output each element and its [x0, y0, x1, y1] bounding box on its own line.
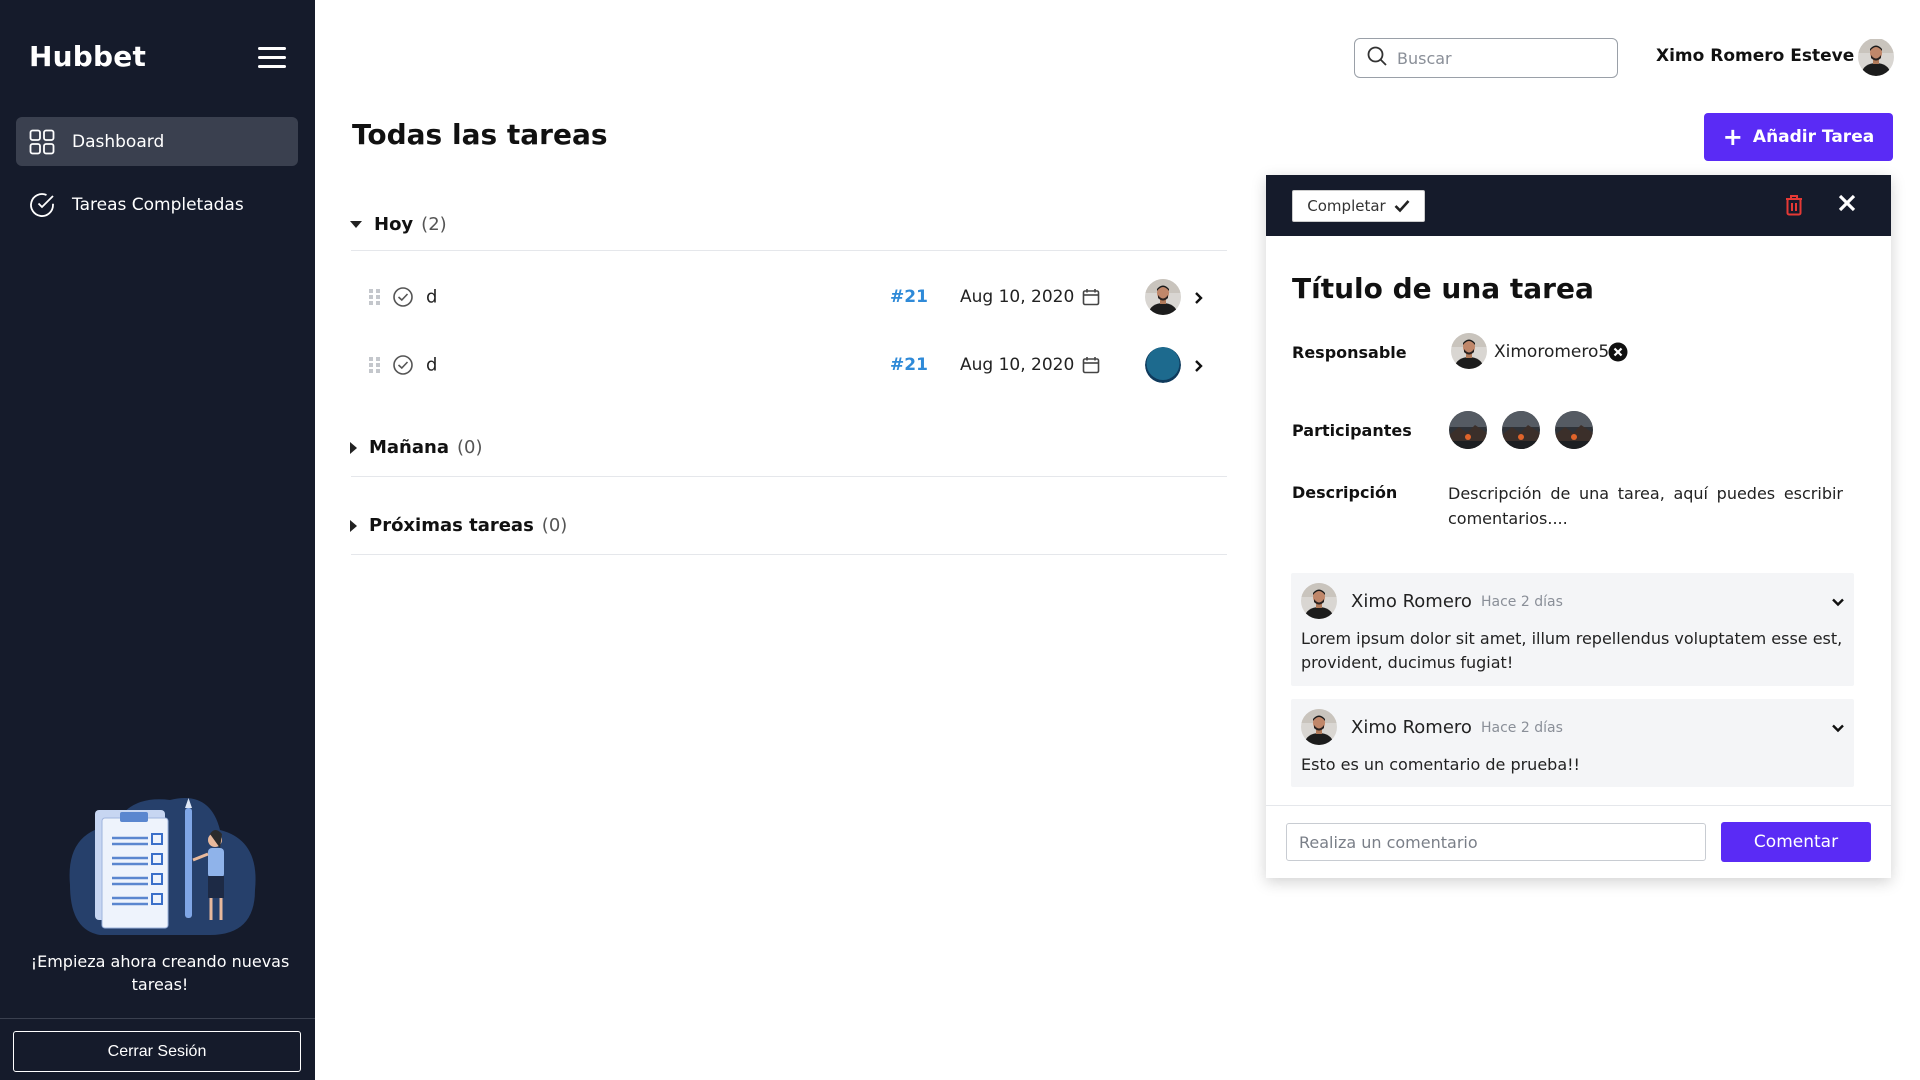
group-toggle-hoy[interactable]: Hoy (2)	[350, 214, 447, 235]
responsable-avatar[interactable]	[1451, 333, 1487, 369]
comment-input[interactable]	[1286, 823, 1706, 861]
divider	[351, 250, 1227, 251]
task-name: d	[426, 286, 438, 308]
search-input[interactable]	[1397, 48, 1597, 68]
caret-right-icon	[350, 441, 357, 454]
caret-right-icon	[350, 519, 357, 532]
group-count: (0)	[456, 437, 483, 458]
sidebar-item-dashboard[interactable]: Dashboard	[16, 117, 298, 166]
divider	[0, 1018, 315, 1019]
sidebar: Hubbet Dashboard Tareas Completadas ¡Emp…	[0, 0, 315, 1080]
logout-button[interactable]: Cerrar Sesión	[13, 1031, 301, 1072]
calendar-icon[interactable]	[1082, 288, 1100, 306]
divider	[351, 554, 1227, 555]
group-toggle-manana[interactable]: Mañana (0)	[350, 437, 482, 458]
task-row[interactable]: d #21 Aug 10, 2020	[366, 275, 1226, 319]
participant-avatar[interactable]	[1502, 411, 1540, 449]
comment-text: Esto es un comentario de prueba!!	[1301, 755, 1580, 774]
caret-down-icon	[350, 221, 362, 228]
panel-header: Completar	[1266, 175, 1891, 236]
tasks-illustration	[60, 790, 260, 940]
chevron-down-icon[interactable]	[1831, 720, 1845, 734]
comment-author: Ximo Romero	[1351, 717, 1472, 738]
group-name: Mañana	[369, 437, 449, 458]
sidebar-item-label: Tareas Completadas	[72, 194, 244, 215]
assignee-avatar[interactable]	[1145, 279, 1181, 315]
group-name: Próximas tareas	[369, 515, 534, 536]
check-circle-icon[interactable]	[392, 354, 414, 376]
calendar-icon[interactable]	[1082, 356, 1100, 374]
task-row[interactable]: d #21 Aug 10, 2020	[366, 343, 1226, 387]
responsable-name: Ximoromero5	[1494, 342, 1610, 362]
close-icon[interactable]	[1837, 193, 1859, 215]
check-circle-icon[interactable]	[392, 286, 414, 308]
task-description[interactable]: Descripción de una tarea, aquí puedes es…	[1448, 481, 1843, 531]
sidebar-item-label: Dashboard	[72, 131, 165, 152]
drag-handle-icon[interactable]	[368, 288, 382, 306]
participantes-label: Participantes	[1292, 421, 1412, 440]
page-title: Todas las tareas	[352, 118, 608, 151]
user-name[interactable]: Ximo Romero Esteve	[1656, 46, 1854, 66]
assignee-avatar[interactable]	[1145, 347, 1181, 383]
comment-card: Ximo Romero Hace 2 días Esto es un comen…	[1291, 699, 1854, 787]
drag-handle-icon[interactable]	[368, 356, 382, 374]
comment-composer: Comentar	[1266, 805, 1891, 878]
comment-card: Ximo Romero Hace 2 días Lorem ipsum dolo…	[1291, 573, 1854, 686]
task-detail-panel: Completar Título de una tarea Responsabl…	[1266, 175, 1891, 878]
task-name: d	[426, 354, 438, 376]
group-toggle-proximas[interactable]: Próximas tareas (0)	[350, 515, 567, 536]
complete-label: Completar	[1307, 197, 1386, 215]
group-name: Hoy	[374, 214, 414, 235]
comment-text: Lorem ipsum dolor sit amet, illum repell…	[1301, 629, 1843, 672]
descripcion-label: Descripción	[1292, 483, 1398, 502]
checkmark-icon	[1394, 200, 1410, 213]
comment-time: Hace 2 días	[1481, 720, 1563, 736]
remove-circle-icon[interactable]	[1608, 342, 1628, 362]
chevron-down-icon[interactable]	[1831, 594, 1845, 608]
brand-logo[interactable]: Hubbet	[29, 40, 146, 73]
responsable-label: Responsable	[1292, 343, 1407, 362]
chevron-right-icon[interactable]	[1192, 358, 1206, 372]
trash-icon[interactable]	[1784, 193, 1806, 217]
task-date: Aug 10, 2020	[960, 355, 1075, 375]
task-id-link[interactable]: #21	[890, 355, 928, 375]
comment-time: Hace 2 días	[1481, 594, 1563, 610]
add-task-label: Añadir Tarea	[1752, 127, 1875, 147]
task-date: Aug 10, 2020	[960, 287, 1075, 307]
comment-author-avatar	[1301, 583, 1337, 619]
task-title[interactable]: Título de una tarea	[1292, 272, 1594, 305]
participant-avatar[interactable]	[1449, 411, 1487, 449]
group-count: (2)	[421, 214, 447, 235]
hamburger-menu-icon[interactable]	[258, 47, 286, 71]
participant-avatar[interactable]	[1555, 411, 1593, 449]
dashboard-grid-icon	[28, 128, 56, 156]
comment-author-avatar	[1301, 709, 1337, 745]
plus-icon: +	[1722, 123, 1743, 151]
sidebar-item-tareas-completadas[interactable]: Tareas Completadas	[16, 180, 298, 229]
search-icon	[1367, 46, 1387, 70]
check-circle-icon	[28, 191, 56, 219]
chevron-right-icon[interactable]	[1192, 290, 1206, 304]
user-avatar[interactable]	[1858, 38, 1894, 76]
promo-text: ¡Empieza ahora creando nuevas tareas!	[30, 952, 290, 994]
divider	[351, 476, 1227, 477]
group-count: (0)	[541, 515, 568, 536]
comment-submit-button[interactable]: Comentar	[1721, 822, 1871, 862]
comment-author: Ximo Romero	[1351, 591, 1472, 612]
search-box[interactable]	[1354, 38, 1618, 78]
complete-button[interactable]: Completar	[1292, 190, 1425, 222]
task-id-link[interactable]: #21	[890, 287, 928, 307]
add-task-button[interactable]: + Añadir Tarea	[1704, 113, 1893, 161]
